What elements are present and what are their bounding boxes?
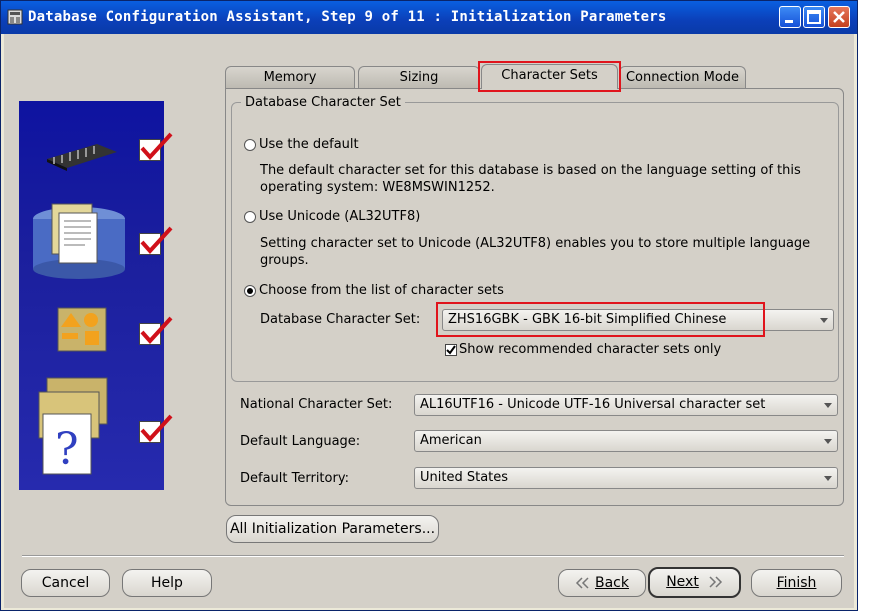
title-bar[interactable]: Database Configuration Assistant, Step 9…	[1, 1, 857, 34]
tab-memory-label: Memory	[263, 70, 317, 85]
database-character-set-value: ZHS16GBK - GBK 16-bit Simplified Chinese	[448, 312, 727, 327]
finish-button[interactable]: Finish	[751, 569, 842, 597]
national-character-set-label: National Character Set:	[240, 397, 393, 412]
checkmark-icon	[446, 345, 456, 355]
default-language-select[interactable]: American	[414, 430, 838, 452]
step-complete-check-3	[139, 316, 173, 345]
dialog-content: ? Memory Sizing Character Sets Connectio…	[4, 34, 854, 608]
tab-character-sets[interactable]: Character Sets	[481, 64, 618, 89]
tab-sizing-label: Sizing	[399, 70, 439, 85]
tab-sizing[interactable]: Sizing	[358, 66, 480, 88]
minimize-icon	[785, 20, 793, 23]
use-unicode-label[interactable]: Use Unicode (AL32UTF8)	[259, 209, 420, 224]
checkmark-icon	[140, 414, 173, 442]
memory-chip-icon	[47, 144, 117, 171]
cancel-button[interactable]: Cancel	[21, 569, 110, 597]
tab-character-sets-label: Character Sets	[501, 68, 598, 83]
chevron-down-icon	[824, 439, 832, 444]
tab-connection-mode[interactable]: Connection Mode	[619, 66, 746, 88]
show-recommended-label[interactable]: Show recommended character sets only	[459, 342, 721, 357]
back-button[interactable]: Back	[558, 569, 646, 597]
chevron-down-icon	[824, 403, 832, 408]
back-button-label: Back	[595, 575, 629, 591]
divider	[22, 555, 844, 557]
chevron-down-icon	[824, 476, 832, 481]
national-character-set-select[interactable]: AL16UTF16 - Unicode UTF-16 Universal cha…	[414, 394, 838, 416]
next-button-label: Next	[666, 574, 699, 590]
svg-text:?: ?	[55, 424, 79, 475]
minimize-button[interactable]	[779, 6, 801, 28]
show-recommended-checkbox[interactable]	[445, 344, 457, 356]
database-character-set-label: Database Character Set:	[260, 312, 421, 327]
tab-connection-mode-label: Connection Mode	[625, 70, 740, 85]
use-default-description: The default character set for this datab…	[260, 163, 801, 195]
default-territory-value: United States	[420, 470, 509, 485]
choose-from-list-radio[interactable]	[244, 285, 256, 297]
choose-from-list-label[interactable]: Choose from the list of character sets	[259, 283, 504, 298]
finish-button-label: Finish	[776, 575, 817, 591]
national-character-set-value: AL16UTF16 - Unicode UTF-16 Universal cha…	[420, 397, 766, 412]
checkmark-icon	[140, 226, 173, 254]
default-language-label: Default Language:	[240, 434, 361, 449]
maximize-button[interactable]	[803, 6, 825, 28]
database-documents-icon	[33, 203, 125, 279]
checkmark-icon	[140, 132, 173, 160]
default-territory-select[interactable]: United States	[414, 467, 838, 489]
folders-help-icon: ?	[38, 377, 108, 475]
default-territory-label: Default Territory:	[240, 471, 349, 486]
app-icon	[7, 9, 23, 25]
close-icon	[833, 11, 845, 23]
maximize-icon	[807, 10, 821, 24]
step-complete-check-2	[139, 226, 173, 255]
tab-memory[interactable]: Memory	[225, 66, 355, 88]
chevron-down-icon	[820, 318, 828, 323]
window-title: Database Configuration Assistant, Step 9…	[28, 9, 667, 25]
shapes-settings-icon	[57, 307, 107, 352]
close-button[interactable]	[828, 6, 850, 28]
use-unicode-description: Setting character set to Unicode (AL32UT…	[260, 236, 811, 268]
database-character-set-select[interactable]: ZHS16GBK - GBK 16-bit Simplified Chinese	[442, 309, 834, 331]
wizard-steps-panel: ?	[19, 101, 173, 490]
double-chevron-right-icon	[709, 576, 722, 588]
checkmark-icon	[140, 316, 173, 344]
use-default-radio[interactable]	[244, 139, 256, 151]
dialog-window: Database Configuration Assistant, Step 9…	[0, 0, 858, 611]
group-title: Database Character Set	[241, 95, 405, 110]
step-complete-check-4	[139, 414, 173, 443]
next-button[interactable]: Next	[648, 567, 741, 598]
help-button[interactable]: Help	[122, 569, 212, 597]
use-default-label[interactable]: Use the default	[259, 137, 359, 152]
step-complete-check-1	[139, 132, 173, 161]
use-unicode-radio[interactable]	[244, 211, 256, 223]
default-language-value: American	[420, 433, 482, 448]
all-initialization-parameters-button[interactable]: All Initialization Parameters...	[226, 515, 439, 543]
double-chevron-left-icon	[575, 577, 589, 589]
